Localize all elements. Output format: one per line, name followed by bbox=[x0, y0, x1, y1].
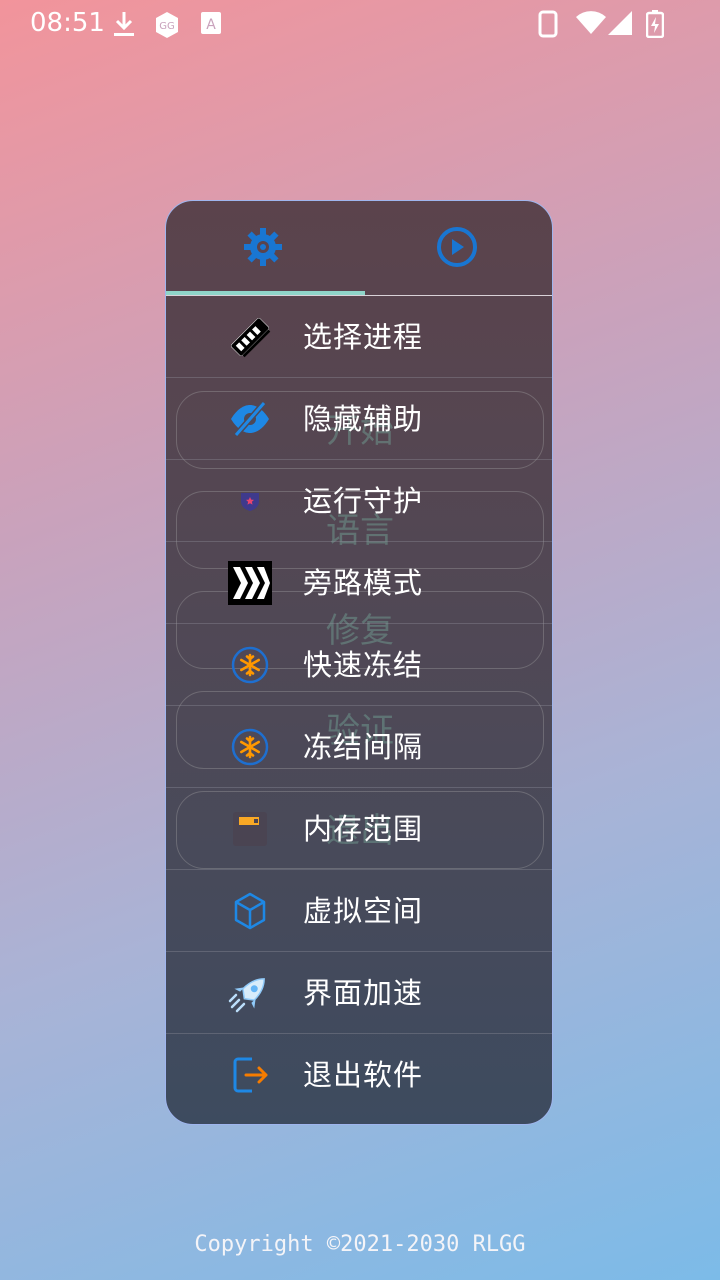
shield-icon bbox=[228, 479, 272, 523]
snowflake-icon bbox=[228, 725, 272, 769]
menu-item-hide-assist[interactable]: 隐藏辅助 bbox=[166, 378, 552, 460]
tab-run[interactable] bbox=[360, 201, 552, 296]
eye-off-icon bbox=[228, 397, 272, 441]
menu-dialog: 开始 语言 修复 验证 退出 选择进程 隐藏辅助 运行守护 旁路模式 快速冻结 … bbox=[165, 200, 553, 1125]
gear-icon bbox=[242, 226, 284, 272]
download-icon bbox=[112, 10, 136, 42]
memory-card-icon bbox=[228, 807, 272, 851]
svg-text:GG: GG bbox=[159, 21, 175, 32]
menu-item-quick-freeze[interactable]: 快速冻结 bbox=[166, 624, 552, 706]
menu-item-bypass-mode[interactable]: 旁路模式 bbox=[166, 542, 552, 624]
menu-list: 选择进程 隐藏辅助 运行守护 旁路模式 快速冻结 冻结间隔 内存范围 虚拟空间 … bbox=[166, 296, 552, 1116]
menu-item-label: 冻结间隔 bbox=[303, 730, 424, 764]
menu-item-label: 退出软件 bbox=[303, 1058, 424, 1092]
menu-item-label: 旁路模式 bbox=[303, 566, 424, 600]
exit-icon bbox=[228, 1053, 272, 1097]
status-bar: 08:51 GG A bbox=[0, 0, 720, 48]
wifi-icon bbox=[575, 10, 607, 40]
phone-icon bbox=[538, 10, 558, 42]
menu-item-ui-boost[interactable]: 界面加速 bbox=[166, 952, 552, 1034]
snowflake-icon bbox=[228, 643, 272, 687]
tab-settings[interactable] bbox=[166, 201, 360, 296]
menu-item-label: 运行守护 bbox=[303, 484, 424, 518]
menu-item-virtual-space[interactable]: 虚拟空间 bbox=[166, 870, 552, 952]
rocket-icon bbox=[228, 971, 272, 1015]
menu-item-memory-range[interactable]: 内存范围 bbox=[166, 788, 552, 870]
tab-bar bbox=[166, 201, 552, 296]
gg-icon: GG bbox=[152, 10, 182, 44]
menu-item-select-process[interactable]: 选择进程 bbox=[166, 296, 552, 378]
memory-chip-icon bbox=[228, 315, 272, 359]
menu-item-label: 界面加速 bbox=[303, 976, 424, 1010]
cube-icon bbox=[228, 889, 272, 933]
menu-item-label: 选择进程 bbox=[303, 320, 424, 354]
menu-item-label: 虚拟空间 bbox=[303, 894, 424, 928]
menu-item-label: 快速冻结 bbox=[303, 648, 424, 682]
menu-item-freeze-interval[interactable]: 冻结间隔 bbox=[166, 706, 552, 788]
menu-item-label: 内存范围 bbox=[303, 812, 424, 846]
status-time: 08:51 bbox=[30, 8, 105, 38]
menu-item-exit-app[interactable]: 退出软件 bbox=[166, 1034, 552, 1116]
copyright-text: Copyright ©2021-2030 RLGG bbox=[194, 1232, 526, 1257]
battery-charging-icon bbox=[645, 10, 665, 42]
signal-icon bbox=[608, 10, 634, 40]
menu-item-run-guard[interactable]: 运行守护 bbox=[166, 460, 552, 542]
font-a-icon: A bbox=[200, 10, 222, 40]
svg-text:A: A bbox=[206, 17, 216, 33]
menu-item-label: 隐藏辅助 bbox=[303, 402, 424, 436]
play-circle-icon bbox=[435, 225, 479, 273]
bypass-arrows-icon bbox=[228, 561, 272, 605]
